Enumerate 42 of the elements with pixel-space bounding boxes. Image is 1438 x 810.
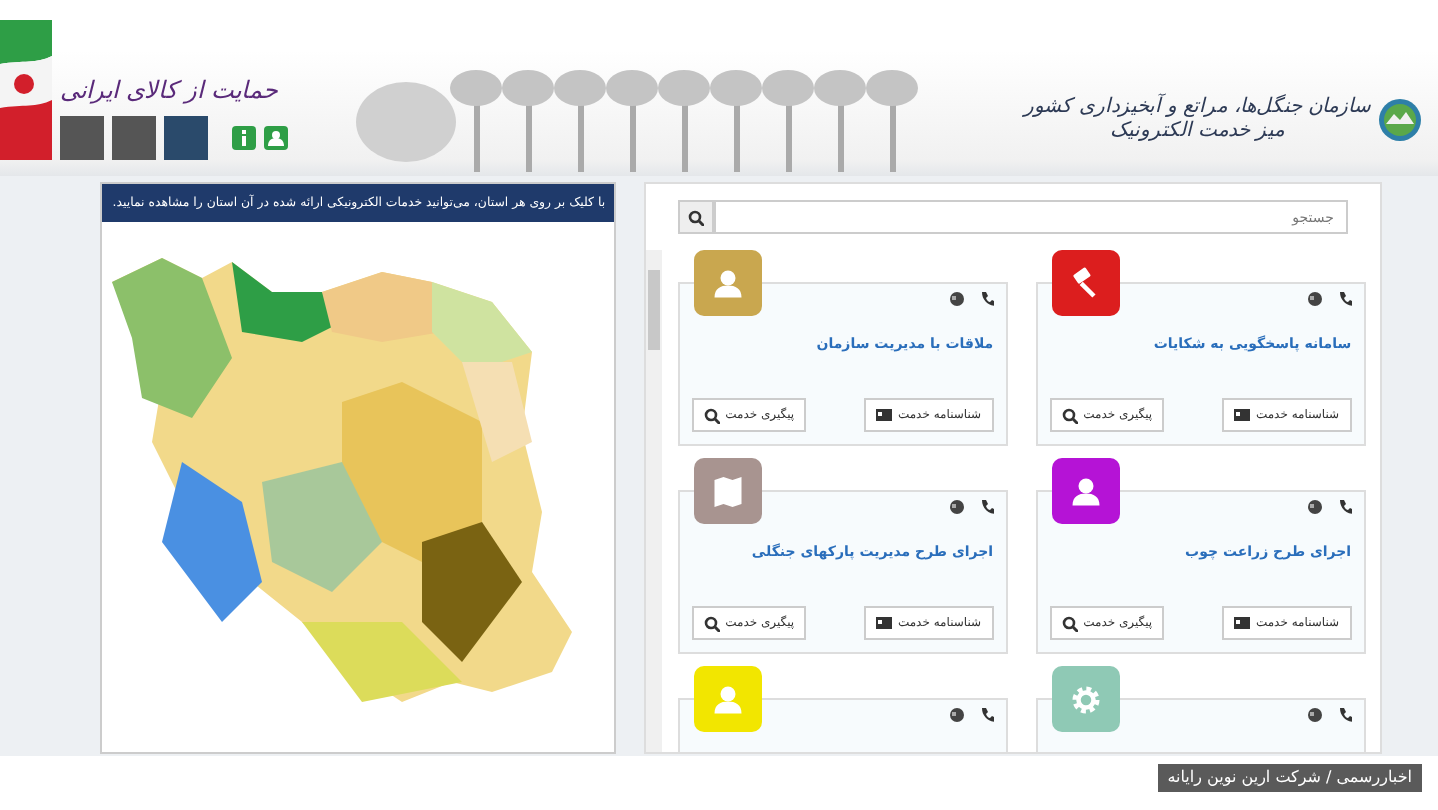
phone-icon <box>1337 292 1352 306</box>
id-card-icon <box>1233 407 1250 423</box>
photo-placeholder <box>60 116 104 160</box>
map-icon <box>709 473 746 509</box>
globe-icon <box>1307 500 1322 514</box>
info-icon <box>238 130 250 146</box>
credit-text: اخباررسمی / شرکت ارین نوین رایانه <box>1157 764 1422 792</box>
person-icon <box>709 265 746 301</box>
id-card-icon <box>875 615 892 631</box>
map-drawing[interactable] <box>112 258 572 703</box>
user-button[interactable] <box>264 126 288 150</box>
gear-icon <box>1067 681 1104 717</box>
id-card-icon <box>875 407 892 423</box>
poster-placeholder <box>164 116 208 160</box>
emblem-icon <box>1378 98 1422 142</box>
phone-icon <box>979 292 994 306</box>
globe-icon <box>1307 292 1322 306</box>
id-card-icon <box>1233 615 1250 631</box>
search-icon <box>703 407 720 423</box>
globe-icon <box>949 292 964 306</box>
service-desk-title: میز خدمت الکترونیک <box>1107 120 1287 144</box>
search-icon <box>703 615 720 631</box>
person-icon <box>1067 473 1104 509</box>
globe-icon <box>1307 708 1322 722</box>
globe-icon <box>949 708 964 722</box>
search-button[interactable] <box>677 200 714 234</box>
phone-icon <box>1337 500 1352 514</box>
person-icon <box>268 130 284 146</box>
photo-placeholder <box>112 116 156 160</box>
flag-drawing <box>0 20 52 160</box>
info-button[interactable] <box>232 126 256 150</box>
search-icon <box>1061 407 1078 423</box>
organization-name: سازمان جنگل‌ها، مراتع و آبخیزداری کشور <box>1024 96 1370 120</box>
scroll-thumb[interactable] <box>647 270 660 350</box>
person-icon <box>709 681 746 717</box>
search-icon <box>1061 615 1078 631</box>
phone-icon <box>1337 708 1352 722</box>
phone-icon <box>979 500 994 514</box>
slogan-text: حمایت از کالای ایرانی <box>60 74 277 108</box>
search-icon <box>687 209 704 225</box>
globe-icon <box>949 500 964 514</box>
phone-icon <box>979 708 994 722</box>
